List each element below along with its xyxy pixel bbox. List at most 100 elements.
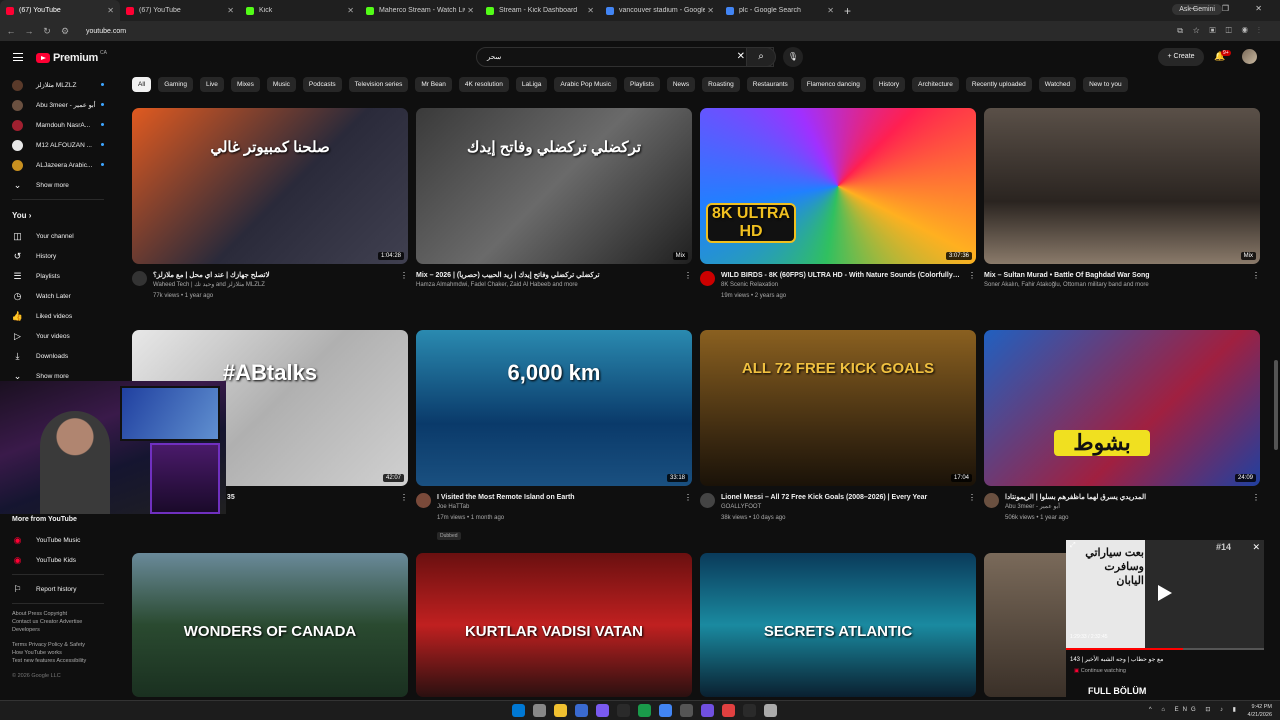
- close-tab-icon[interactable]: ✕: [707, 6, 714, 15]
- browser-tab[interactable]: plc - Google Search ✕: [720, 0, 840, 21]
- footer-links-6[interactable]: Test new features Accessibility: [0, 657, 116, 665]
- window-controls[interactable]: ─ ❐ ✕: [1190, 4, 1274, 13]
- footer-links-5[interactable]: How YouTube works: [0, 649, 116, 657]
- account-avatar[interactable]: [1242, 49, 1257, 64]
- youtube-premium-logo[interactable]: Premium CA: [36, 50, 107, 64]
- filter-chip[interactable]: New to you: [1083, 77, 1128, 92]
- browser-tab[interactable]: Stream - Kick Dashboard ✕: [480, 0, 600, 21]
- sidebar-subscription[interactable]: M12 ALFOUZAN ...: [0, 135, 116, 155]
- browser-tab[interactable]: Maherco Stream - Watch Live o...✕: [360, 0, 480, 21]
- taskbar-app-icon[interactable]: [596, 704, 609, 717]
- video-thumbnail[interactable]: ALL 72 FREE KICK GOALS 17:04: [700, 330, 976, 486]
- video-thumbnail[interactable]: SECRETS ATLANTIC: [700, 553, 976, 697]
- taskbar-app-icon[interactable]: [680, 704, 693, 717]
- filter-chip[interactable]: Live: [200, 77, 224, 92]
- video-title[interactable]: Lionel Messi – All 72 Free Kick Goals (2…: [721, 493, 961, 502]
- video-thumbnail[interactable]: تركضلي تركضلي وفاتح إيدك Mix: [416, 108, 692, 264]
- back-icon[interactable]: ←: [4, 26, 18, 36]
- taskbar-app-icon[interactable]: [638, 704, 651, 717]
- miniplayer-video[interactable]: بعت سياراتي وسافرت اليابان #14 ✕ ⤢ 1:29:…: [1066, 540, 1264, 650]
- taskbar-app-icon[interactable]: [512, 704, 525, 717]
- filter-chip[interactable]: Podcasts: [302, 77, 342, 92]
- browser-tab[interactable]: (67) YouTube ✕: [120, 0, 240, 21]
- video-channel[interactable]: Abu 3meer - أبو عمير: [1005, 502, 1245, 513]
- sidebar-item-your-videos[interactable]: ▷ Your videos: [0, 326, 116, 346]
- more-options-icon[interactable]: ⋮: [684, 493, 692, 502]
- video-thumbnail[interactable]: WONDERS OF CANADA: [132, 553, 408, 697]
- more-options-icon[interactable]: ⋮: [400, 493, 408, 502]
- filter-chip[interactable]: All: [132, 77, 152, 92]
- close-icon[interactable]: ✕: [1252, 542, 1260, 553]
- video-channel[interactable]: Joe HaTTab: [437, 502, 677, 513]
- sidebar-subscription[interactable]: Abu 3meer - أبو عمير: [0, 95, 116, 115]
- menu-icon[interactable]: [13, 53, 23, 61]
- video-title[interactable]: المدريدي يسرق لهما ماظفرهم بسلوا | الريم…: [1005, 493, 1245, 502]
- close-tab-icon[interactable]: ✕: [227, 6, 234, 15]
- reload-icon[interactable]: ↻: [40, 26, 54, 37]
- you-section-header[interactable]: You ›: [0, 204, 116, 226]
- close-tab-icon[interactable]: ✕: [587, 6, 594, 15]
- url-field[interactable]: youtube.com: [86, 28, 126, 35]
- footer-links-4[interactable]: Terms Privacy Policy & Safety: [0, 641, 116, 649]
- filter-chip[interactable]: Restaurants: [746, 77, 794, 92]
- filter-chip[interactable]: Playlists: [623, 77, 660, 92]
- filter-chip[interactable]: Mr Bean: [415, 77, 452, 92]
- sidebar-item-downloads[interactable]: ⤓ Downloads: [0, 346, 116, 366]
- video-card[interactable]: ALL 72 FREE KICK GOALS 17:04 Lionel Messi …: [700, 330, 976, 524]
- sidebar-item-your-channel[interactable]: ◫ Your channel: [0, 226, 116, 246]
- sidebar-subscription[interactable]: مثلازلز MLZLZ: [0, 75, 116, 95]
- filter-chip[interactable]: Television series: [348, 77, 409, 92]
- filter-chip[interactable]: Roasting: [702, 77, 740, 92]
- sidebar-item-liked-videos[interactable]: 👍 Liked videos: [0, 306, 116, 326]
- mic-icon[interactable]: 🎙: [783, 47, 803, 67]
- filter-chip[interactable]: Arabic Pop Music: [554, 77, 617, 92]
- video-title[interactable]: Mix – 2026 | تركضلي تركضلي وفاتح إيدك | …: [416, 271, 656, 280]
- sidebar-subscription[interactable]: ALJazeera Arabic...: [0, 155, 116, 175]
- close-tab-icon[interactable]: ✕: [827, 6, 834, 15]
- video-title[interactable]: لاتصلح جهازك | عند اي محل | مع ملازلز؟: [153, 271, 393, 280]
- filter-chip[interactable]: Recently uploaded: [965, 77, 1032, 92]
- new-tab-icon[interactable]: +: [844, 4, 851, 18]
- video-thumbnail[interactable]: Mix: [984, 108, 1260, 264]
- video-title[interactable]: WILD BIRDS - 8K (60FPS) ULTRA HD - With …: [721, 271, 961, 280]
- more-options-icon[interactable]: ⋮: [968, 493, 976, 502]
- video-card[interactable]: 6,000 km 33:18 I Visited the Most Remote I…: [416, 330, 692, 542]
- video-thumbnail[interactable]: صلحنا كمبيوتر غالي 1:04:28: [132, 108, 408, 264]
- footer-links-3[interactable]: Developers: [0, 626, 116, 634]
- expand-icon[interactable]: ⤢: [1070, 542, 1076, 550]
- browser-tab[interactable]: Kick ✕: [240, 0, 360, 21]
- more-options-icon[interactable]: ⋮: [1252, 493, 1260, 502]
- sidebar-item-report-history[interactable]: ⚐ Report history: [0, 579, 116, 599]
- create-button[interactable]: + Create: [1158, 48, 1204, 66]
- video-title[interactable]: I Visited the Most Remote Island on Eart…: [437, 493, 677, 502]
- more-options-icon[interactable]: ⋮: [1252, 271, 1260, 280]
- miniplayer-title[interactable]: 143 | مع جو حطاب | وجه الشبه الأخير: [1070, 656, 1163, 663]
- address-bar-actions[interactable]: ⧉☆▣◫◉⋮: [1177, 26, 1270, 36]
- forward-icon[interactable]: →: [22, 26, 36, 36]
- video-card[interactable]: WONDERS OF CANADA: [132, 553, 408, 697]
- video-card[interactable]: SECRETS ATLANTIC: [700, 553, 976, 697]
- filter-chip[interactable]: Watched: [1038, 77, 1077, 92]
- continue-watching-label[interactable]: ▣ Continue watching: [1074, 668, 1126, 674]
- taskbar-app-icon[interactable]: [764, 704, 777, 717]
- close-tab-icon[interactable]: ✕: [107, 6, 114, 15]
- filter-chip[interactable]: LaLiga: [515, 77, 548, 92]
- taskbar-app-icon[interactable]: [743, 704, 756, 717]
- video-card[interactable]: بشوط 24:09 المدريدي يسرق لهما ماظفرهم بسلو…: [984, 330, 1260, 524]
- sidebar-item-history[interactable]: ↺ History: [0, 246, 116, 266]
- search-icon[interactable]: ⌕: [746, 47, 776, 67]
- more-options-icon[interactable]: ⋮: [684, 271, 692, 280]
- video-thumbnail[interactable]: KURTLAR VADISI VATAN: [416, 553, 692, 697]
- miniplayer[interactable]: بعت سياراتي وسافرت اليابان #14 ✕ ⤢ 1:29:…: [1066, 540, 1264, 698]
- video-channel[interactable]: Hamza Almahmdwi, Fadel Chaker, Zaid Al H…: [416, 280, 656, 291]
- video-channel[interactable]: GOALLYFOOT: [721, 502, 961, 513]
- play-icon[interactable]: [1158, 585, 1172, 601]
- video-channel[interactable]: Waheed Tech | وحيد تك and مثلازلز MLZLZ: [153, 280, 393, 291]
- filter-chip[interactable]: Music: [266, 77, 296, 92]
- miniplayer-progress-bar[interactable]: [1066, 648, 1264, 650]
- page-scrollbar[interactable]: [1274, 360, 1278, 450]
- video-thumbnail[interactable]: 6,000 km 33:18: [416, 330, 692, 486]
- sidebar-item-watch-later[interactable]: ◷ Watch Later: [0, 286, 116, 306]
- video-card[interactable]: Mix Mix – Sultan Murad • Battle Of Baghda…: [984, 108, 1260, 291]
- video-card[interactable]: صلحنا كمبيوتر غالي 1:04:28 لاتصلح جهازك | …: [132, 108, 408, 302]
